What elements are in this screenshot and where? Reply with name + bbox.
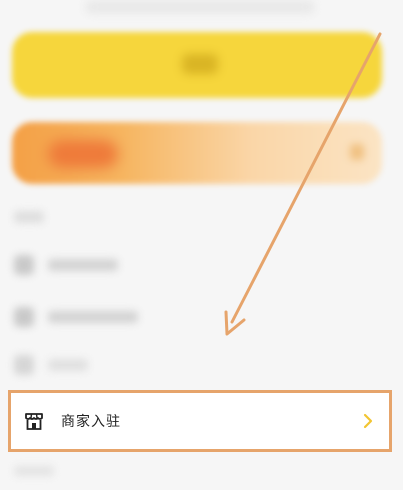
blurred-orange-banner[interactable] [12,122,382,184]
blurred-banner-arrow [350,144,364,160]
blurred-footer [14,466,54,476]
storefront-icon [23,410,45,432]
blurred-banner-badge [48,140,118,168]
blurred-header [85,0,315,14]
blurred-yellow-banner[interactable] [12,32,382,98]
blurred-list-item[interactable] [14,354,88,376]
blurred-menu-list [0,196,403,386]
blurred-list-item[interactable] [14,306,138,328]
chevron-right-icon [361,412,375,430]
blurred-list-item[interactable] [14,254,118,276]
merchant-entry-label: 商家入驻 [61,414,121,430]
blurred-section-label [14,206,44,228]
blurred-banner-content [182,54,218,74]
merchant-entry-row[interactable]: 商家入驻 [8,390,392,452]
